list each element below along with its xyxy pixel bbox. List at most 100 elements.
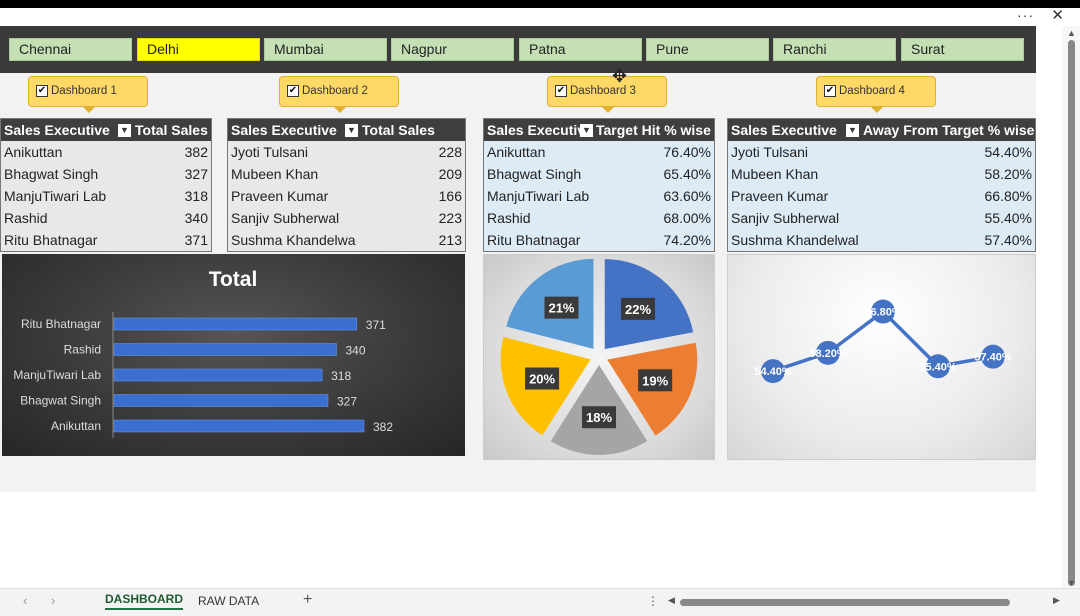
- vertical-scroll-thumb[interactable]: [1068, 40, 1075, 586]
- row-name: Rashid: [4, 210, 48, 226]
- close-icon[interactable]: ✕: [1051, 8, 1064, 24]
- dashboard-3-checkbox[interactable]: ✔ Dashboard 3: [547, 76, 667, 113]
- row-value: 65.40%: [663, 166, 711, 182]
- tab-dashboard[interactable]: DASHBOARD: [105, 592, 183, 610]
- vertical-scrollbar[interactable]: ▲ ▼: [1062, 26, 1080, 588]
- bar: [113, 419, 365, 433]
- checkbox-icon[interactable]: ✔: [287, 85, 299, 97]
- row-value: 54.40%: [984, 144, 1032, 160]
- row-name: Ritu Bhatnagar: [4, 232, 98, 248]
- row-name: Bhagwat Singh: [4, 166, 99, 182]
- table-header: Sales Executive ▼ Total Sales: [228, 119, 465, 141]
- scroll-up-icon[interactable]: ▲: [1067, 28, 1076, 38]
- table-header: Sales Executive ▼ Total Sales: [1, 119, 211, 141]
- add-sheet-icon[interactable]: +: [303, 591, 312, 609]
- slicer-item-patna[interactable]: Patna: [519, 38, 642, 61]
- line-data-label: 57.40%: [974, 352, 1012, 364]
- table-row: ManjuTiwari Lab 63.60%: [484, 185, 714, 207]
- row-name: Mubeen Khan: [731, 166, 819, 182]
- checkbox-icon[interactable]: ✔: [36, 85, 48, 97]
- table-row: Praveen Kumar 66.80%: [728, 185, 1035, 207]
- tab-raw-data[interactable]: RAW DATA: [198, 594, 259, 608]
- bar-category-label: ManjuTiwari Lab: [13, 368, 101, 382]
- slicer-item-surat[interactable]: Surat: [901, 38, 1024, 61]
- pie-data-label: 21%: [548, 301, 574, 316]
- dashboard-1-checkbox[interactable]: ✔ Dashboard 1: [28, 76, 148, 113]
- row-value: 55.40%: [984, 210, 1032, 226]
- dashboard-2-checkbox[interactable]: ✔ Dashboard 2: [279, 76, 399, 113]
- slicer-item-pune[interactable]: Pune: [646, 38, 769, 61]
- bar-data-label: 318: [331, 369, 351, 383]
- table-header: Sales Executive ▼ Away From Target % wis…: [728, 119, 1035, 141]
- next-sheet-icon[interactable]: ›: [51, 593, 55, 608]
- table-row: Mubeen Khan 209: [228, 163, 465, 185]
- row-name: Rashid: [487, 210, 531, 226]
- scroll-left-icon[interactable]: ◀: [668, 595, 675, 606]
- table-row: Bhagwat Singh 327: [1, 163, 211, 185]
- row-value: 340: [184, 210, 208, 226]
- bar: [113, 394, 329, 407]
- slicer-item-ranchi[interactable]: Ranchi: [773, 38, 896, 61]
- checkbox-icon[interactable]: ✔: [824, 85, 836, 97]
- horizontal-scroll-thumb[interactable]: [680, 599, 1010, 606]
- pie-chart-svg: 22% 19% 18% 20% 21%: [500, 258, 698, 455]
- column-header-executive: Sales Executive: [731, 122, 837, 138]
- slicer-item-chennai[interactable]: Chennai: [9, 38, 132, 61]
- row-name: Praveen Kumar: [731, 188, 829, 204]
- table-row: Bhagwat Singh 65.40%: [484, 163, 714, 185]
- row-name: Anikuttan: [487, 144, 546, 160]
- window-bar: ··· ✕: [0, 8, 1080, 26]
- table-row: Ritu Bhatnagar 371: [1, 229, 211, 251]
- row-name: Jyoti Tulsani: [731, 144, 809, 160]
- target-hit-pie-chart[interactable]: 22% 19% 18% 20% 21%: [483, 254, 715, 460]
- tab-splitter-icon[interactable]: ⋮: [647, 594, 659, 608]
- column-header-executive: Sales Executive: [231, 122, 337, 138]
- filter-icon[interactable]: ▼: [846, 124, 859, 137]
- city-slicer: Chennai Delhi Mumbai Nagpur Patna Pune R…: [0, 26, 1036, 73]
- sheet-tab-bar: ‹ › DASHBOARD RAW DATA + ⋮ ◀ ▶: [0, 588, 1080, 616]
- row-name: Bhagwat Singh: [487, 166, 582, 182]
- column-header-executive: Sales Executive: [4, 122, 110, 138]
- filter-icon[interactable]: ▼: [118, 124, 131, 137]
- chart-title: Total: [209, 268, 258, 291]
- slicer-item-delhi[interactable]: Delhi: [137, 38, 260, 61]
- table-row: Rashid 68.00%: [484, 207, 714, 229]
- table-row: Sanjiv Subherwal 223: [228, 207, 465, 229]
- table-row: Ritu Bhatnagar 74.20%: [484, 229, 714, 251]
- table-header: Sales Executiv ▼ Target Hit % wise: [484, 119, 714, 141]
- away-from-target-line-chart[interactable]: 54.40% 58.20% 66.80% 55.40% 57.40%: [727, 254, 1036, 460]
- bar-category-label: Ritu Bhatnagar: [21, 317, 101, 331]
- row-name: Sanjiv Subherwal: [731, 210, 840, 226]
- scroll-right-icon[interactable]: ▶: [1053, 595, 1060, 606]
- column-header-value: Target Hit % wise: [596, 122, 711, 138]
- pie-data-label: 19%: [642, 373, 668, 388]
- checkbox-icon[interactable]: ✔: [555, 85, 567, 97]
- row-value: 223: [438, 210, 462, 226]
- scroll-down-icon[interactable]: ▼: [1067, 578, 1076, 588]
- filter-icon[interactable]: ▼: [345, 124, 358, 137]
- filter-icon[interactable]: ▼: [580, 124, 593, 137]
- row-value: 58.20%: [984, 166, 1032, 182]
- dashboard-4-checkbox[interactable]: ✔ Dashboard 4: [816, 76, 936, 113]
- row-name: Sanjiv Subherwal: [231, 210, 340, 226]
- bar: [113, 317, 358, 331]
- row-name: ManjuTiwari Lab: [4, 188, 107, 204]
- row-name: Sushma Khandelwal: [731, 232, 859, 248]
- prev-sheet-icon[interactable]: ‹: [23, 593, 27, 608]
- row-value: 209: [438, 166, 462, 182]
- row-value: 213: [438, 232, 462, 248]
- slicer-item-nagpur[interactable]: Nagpur: [391, 38, 514, 61]
- row-name: Anikuttan: [4, 144, 63, 160]
- more-options-icon[interactable]: ···: [1017, 8, 1034, 22]
- row-value: 66.80%: [984, 188, 1032, 204]
- row-value: 76.40%: [663, 144, 711, 160]
- pivot-table-3: Sales Executiv ▼ Target Hit % wise Aniku…: [483, 118, 715, 252]
- pivot-table-1: Sales Executive ▼ Total Sales Anikuttan 3…: [0, 118, 212, 252]
- table-row: Jyoti Tulsani 54.40%: [728, 141, 1035, 163]
- total-bar-chart[interactable]: Total Ritu Bhatnagar 371 Rashid 340 ManjuTiwa…: [2, 254, 465, 456]
- table-row: Rashid 340: [1, 207, 211, 229]
- row-value: 318: [184, 188, 208, 204]
- row-name: Praveen Kumar: [231, 188, 329, 204]
- table-row: ManjuTiwari Lab 318: [1, 185, 211, 207]
- slicer-item-mumbai[interactable]: Mumbai: [264, 38, 387, 61]
